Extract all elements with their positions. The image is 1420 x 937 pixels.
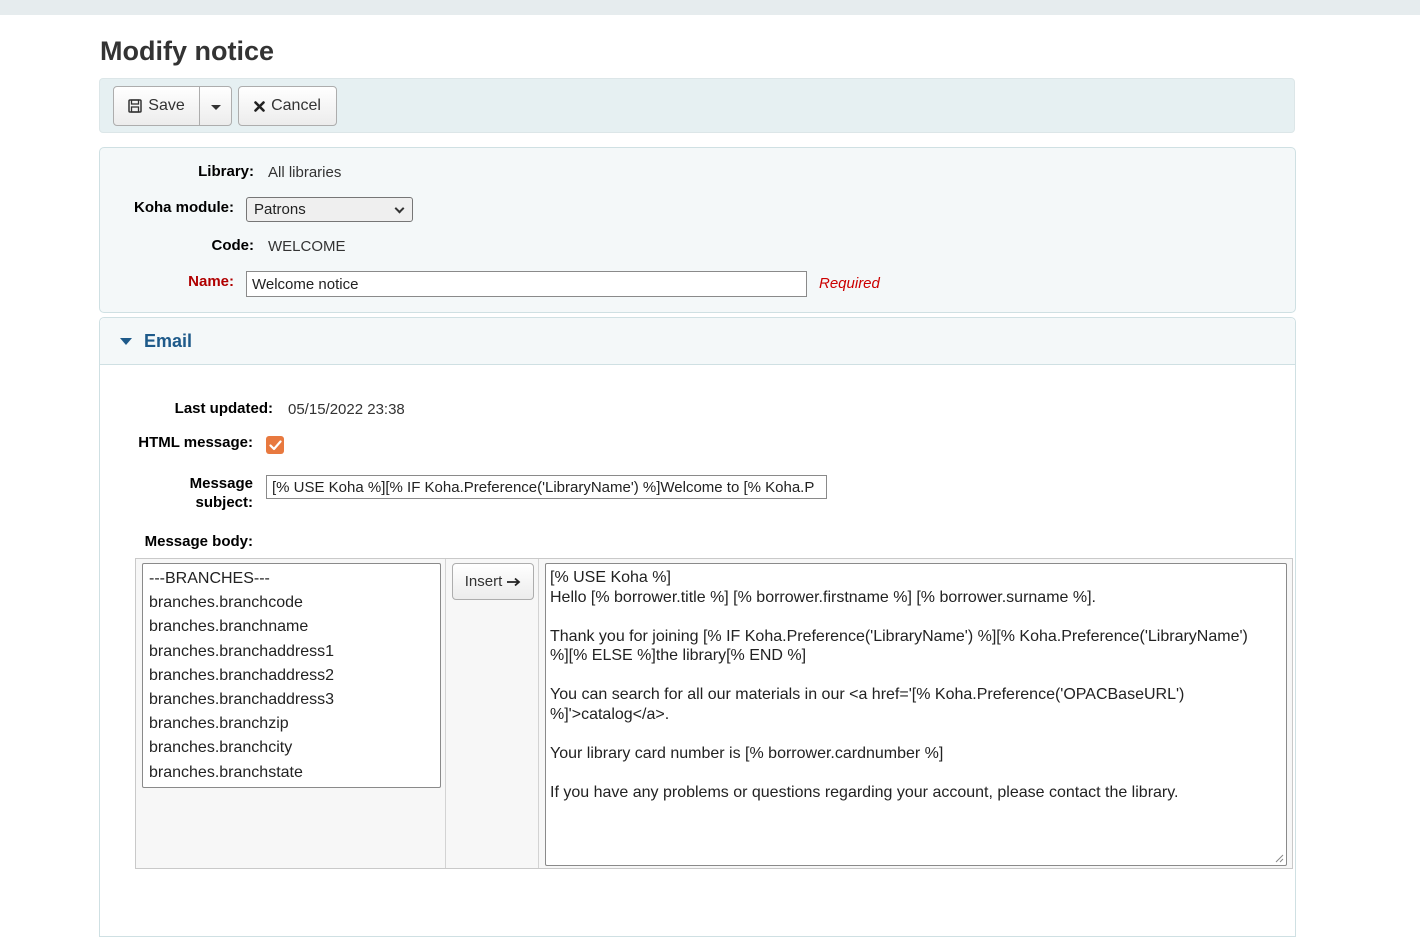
field-option[interactable]: ---BRANCHES--- — [143, 567, 440, 591]
message-body-line: %][% ELSE %]the library[% END %] — [550, 647, 807, 664]
field-option[interactable]: branches.branchcode — [143, 591, 440, 615]
message-body-line: Your library card number is [% borrower.… — [550, 744, 944, 762]
message-body-textarea[interactable]: [% USE Koha %] Hello [% borrower.title %]… — [545, 563, 1287, 866]
caret-down-icon — [210, 105, 221, 110]
required-hint: Required — [819, 275, 880, 292]
email-section-header[interactable]: Email — [100, 318, 1295, 365]
message-body-editor: ---BRANCHES--- branches.branchcode branche… — [135, 558, 1293, 869]
insert-button[interactable]: Insert — [452, 563, 534, 600]
column-divider — [538, 559, 539, 868]
message-body-line — [550, 763, 1282, 783]
message-body-line: Thank you for joining [% IF Koha.Prefere… — [550, 627, 1248, 645]
save-label: Save — [148, 97, 185, 114]
message-body-line — [550, 666, 1282, 686]
close-icon — [254, 100, 265, 112]
insert-label: Insert — [464, 573, 503, 590]
html-message-checkbox[interactable] — [266, 436, 284, 454]
chevron-down-icon — [394, 203, 405, 214]
last-updated-label: Last updated: — [174, 400, 273, 417]
email-section-title: Email — [144, 331, 193, 351]
message-subject-label: Message subject: — [140, 474, 253, 512]
name-input[interactable]: Welcome notice — [246, 271, 807, 297]
arrow-right-icon — [507, 577, 521, 586]
last-updated-value: 05/15/2022 23:38 — [288, 401, 405, 418]
message-body-line — [550, 724, 1282, 744]
module-label: Koha module: — [134, 199, 234, 216]
column-divider — [445, 559, 446, 868]
save-button[interactable]: Save — [113, 86, 200, 126]
page-title: Modify notice — [100, 36, 274, 66]
field-option[interactable]: branches.branchaddress1 — [143, 640, 440, 664]
field-option[interactable]: branches.branchcity — [143, 736, 440, 760]
caret-down-icon — [120, 338, 132, 345]
message-body-line: If you have any problems or questions re… — [550, 783, 1179, 801]
field-option[interactable]: branches.branchaddress2 — [143, 664, 440, 688]
module-selected-value: Patrons — [254, 201, 306, 218]
notice-details-panel: Library: All libraries Koha module: Patr… — [99, 147, 1296, 313]
field-option[interactable]: branches.branchstate — [143, 761, 440, 785]
save-options-dropdown-button[interactable] — [199, 86, 232, 126]
name-label: Name: — [188, 273, 234, 290]
html-message-label: HTML message: — [138, 434, 253, 451]
field-option[interactable]: branches.branchaddress3 — [143, 688, 440, 712]
toolbar: Save Cancel — [99, 78, 1295, 133]
message-body-line: %]'>catalog</a>. — [550, 705, 670, 723]
message-subject-label-line2: subject: — [195, 494, 253, 511]
library-label: Library: — [198, 163, 254, 180]
field-select-list[interactable]: ---BRANCHES--- branches.branchcode branche… — [142, 563, 441, 788]
field-option[interactable]: branches.branchname — [143, 615, 440, 639]
top-bar — [0, 0, 1420, 15]
message-body-line: [% USE Koha %] — [550, 569, 671, 586]
resize-grip-icon[interactable] — [1274, 853, 1284, 863]
code-label: Code: — [211, 237, 255, 254]
message-subject-label-line1: Message — [189, 475, 253, 492]
message-subject-input[interactable]: [% USE Koha %][% IF Koha.Preference('Lib… — [266, 475, 827, 499]
cancel-label: Cancel — [271, 97, 321, 114]
message-body-line: Hello [% borrower.title %] [% borrower.f… — [550, 588, 1096, 606]
field-option[interactable]: branches.branchzip — [143, 712, 440, 736]
koha-module-select[interactable]: Patrons — [246, 197, 413, 222]
email-panel: Email Last updated: 05/15/2022 23:38 HTM… — [99, 317, 1296, 937]
check-icon — [268, 439, 282, 450]
message-body-line — [550, 607, 1282, 627]
code-value: WELCOME — [268, 238, 346, 255]
cancel-button[interactable]: Cancel — [238, 86, 337, 126]
floppy-disk-icon — [128, 99, 143, 113]
library-value: All libraries — [268, 164, 342, 181]
message-body-line: You can search for all our materials in … — [550, 686, 1185, 703]
message-body-label: Message body: — [144, 533, 253, 550]
